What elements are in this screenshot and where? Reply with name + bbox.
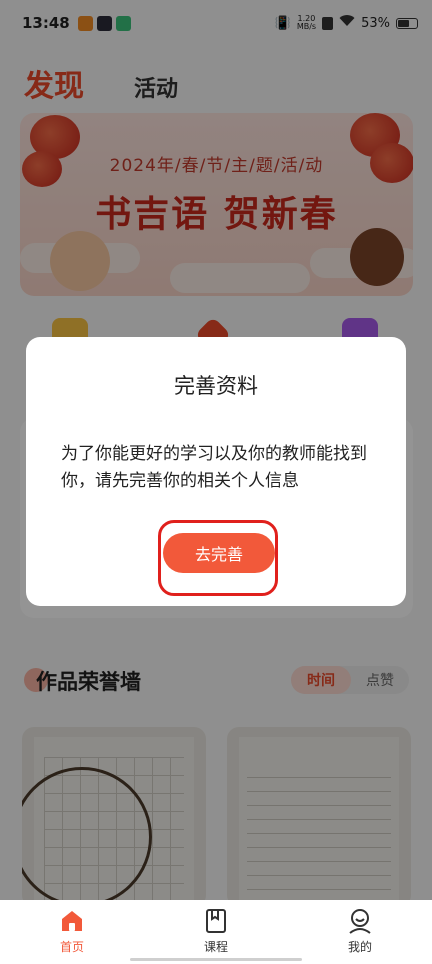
- home-indicator[interactable]: [130, 958, 302, 961]
- home-icon: [62, 911, 82, 931]
- nav-label-home: 首页: [59, 940, 84, 954]
- bottom-nav: 首页 课程 我的: [0, 900, 432, 964]
- profile-icon: [349, 909, 371, 934]
- nav-item-courses[interactable]: 课程: [144, 900, 288, 964]
- book-icon: [206, 909, 226, 933]
- nav-label-courses: 课程: [203, 940, 228, 954]
- button-highlight-ring: [158, 520, 278, 596]
- dialog-title: 完善资料: [174, 374, 258, 398]
- dialog-message: 为了你能更好的学习以及你的教师能找到你，请先完善你的相关个人信息: [61, 444, 367, 491]
- nav-label-profile: 我的: [347, 940, 372, 954]
- nav-item-home[interactable]: 首页: [0, 900, 144, 964]
- nav-item-profile[interactable]: 我的: [288, 900, 432, 964]
